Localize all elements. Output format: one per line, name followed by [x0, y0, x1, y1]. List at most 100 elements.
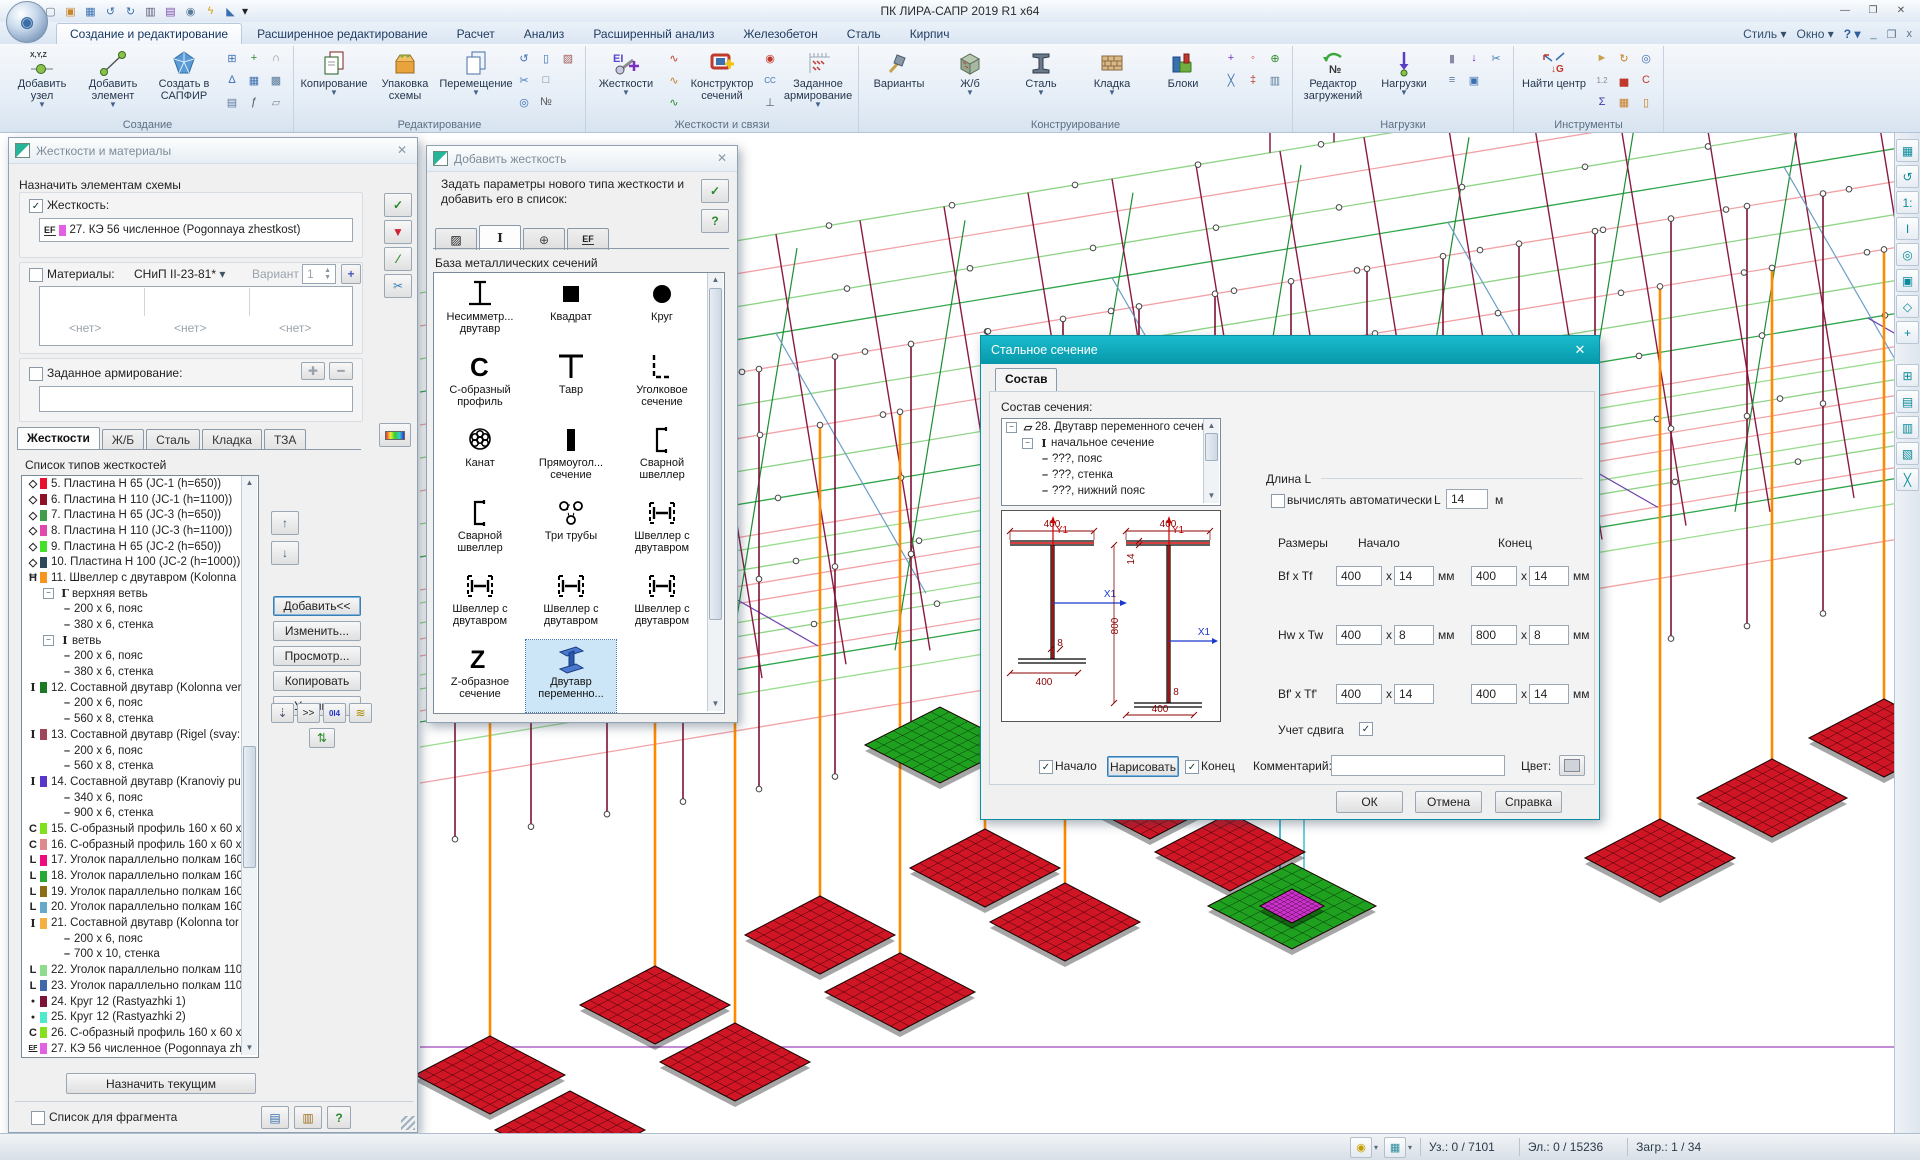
stiffness-list-item[interactable]: –700 x 10, стенка [22, 947, 258, 963]
ribbon-tab-сталь[interactable]: Сталь [833, 23, 895, 44]
stiffness-list-item[interactable]: –200 x 6, пояс [22, 602, 258, 618]
element-select-dropdown[interactable]: ▾ [1408, 1143, 1412, 1152]
mirror-icon[interactable]: ▯ [536, 48, 556, 68]
stiffness-list-item[interactable]: ◇8. Пластина Н 110 (JC-3 (h=1100)) [22, 523, 258, 539]
filter-button[interactable]: ▼ [384, 220, 412, 244]
redo-icon[interactable]: ↻ [122, 3, 139, 19]
rebar-icon[interactable]: ‡ [1243, 70, 1263, 90]
ribbon-tab-расчет[interactable]: Расчет [443, 23, 509, 44]
units-icon[interactable]: ▥ [1265, 70, 1285, 90]
stack-icon[interactable]: ≡ [1442, 70, 1462, 90]
tree-expander-icon[interactable]: − [43, 635, 54, 646]
fragment-list-checkbox[interactable] [31, 1111, 45, 1125]
section-cell-chani[interactable]: Швеллер сдвутавром [617, 567, 707, 639]
stiffness-list-item[interactable]: ◇7. Пластина Н 65 (JC-3 (h=650)) [22, 507, 258, 523]
size-input[interactable]: 14 [1394, 684, 1434, 704]
list-button-1[interactable]: Изменить... [273, 621, 361, 641]
building-icon[interactable]: ▤ [222, 92, 242, 112]
cc-icon[interactable]: СС [760, 70, 780, 90]
stiffness-tab-кладка[interactable]: Кладка [202, 429, 262, 450]
numeric-view-button[interactable]: 0Ι4 [323, 703, 346, 723]
dialog-title-bar[interactable]: Добавить жесткость ✕ [427, 146, 737, 172]
joint-icon[interactable]: ⊕ [1265, 48, 1285, 68]
view-tool-5-icon[interactable]: ▣ [1896, 269, 1919, 292]
ribbon-button-добавить-элемент[interactable]: Добавить элемент▼ [80, 48, 146, 109]
section-cell-angle[interactable]: Уголковоесечение [617, 348, 707, 420]
tab-sostav[interactable]: Состав [995, 368, 1057, 391]
hinge-icon[interactable]: ◉ [760, 48, 780, 68]
tree-scrollbar[interactable]: ▲ ▼ [1203, 419, 1219, 503]
stiffness-list-item[interactable]: ◇6. Пластина Н 110 (JC-1 (h=1100)) [22, 492, 258, 508]
size-input[interactable]: 400 [1336, 625, 1382, 645]
confirm-add-button[interactable]: ✓ [701, 179, 729, 203]
section-cell-tee[interactable]: Тавр [526, 348, 616, 420]
add-material-button[interactable]: + [341, 264, 361, 284]
view-tool-10-icon[interactable]: ▥ [1896, 416, 1919, 439]
list-button-2[interactable]: Просмотр... [273, 646, 361, 666]
stiffness-list-item[interactable]: ◇5. Пластина Н 65 (JC-1 (h=650)) [22, 476, 258, 492]
open-folder-icon[interactable]: ▣ [62, 3, 79, 19]
size-input[interactable]: 400 [1471, 566, 1517, 586]
stiffness-list-item[interactable]: C15. С-образный профиль 160 x 60 x [22, 821, 258, 837]
mesh-icon[interactable]: ▩ [266, 70, 286, 90]
stiffness-list-item[interactable]: –200 x 6, пояс [22, 931, 258, 947]
dialog-title-bar[interactable]: Жесткости и материалы ✕ [9, 138, 417, 164]
ribbon-button-создать-в-сапфир[interactable]: Создать в САПФИР [151, 48, 217, 103]
stiffness-list-item[interactable]: −Гверхняя ветвь [22, 586, 258, 602]
zoomsel-icon[interactable]: ◎ [1636, 48, 1656, 68]
materials-code-dropdown[interactable]: СНиП II-23-81* ▾ [134, 267, 225, 281]
section-cell-chani[interactable]: Швеллер сдвутавром [435, 567, 525, 639]
erase-icon[interactable]: ▨ [558, 48, 578, 68]
fx-icon[interactable]: ƒ [244, 92, 264, 112]
node-select-icon[interactable]: ◉ [1350, 1137, 1372, 1158]
list-button-3[interactable]: Копировать [273, 671, 361, 691]
color-scale-button[interactable] [379, 423, 411, 447]
help-menu[interactable]: ? ▾ [1844, 27, 1861, 41]
ribbon-button-кладка[interactable]: Кладка▼ [1079, 48, 1145, 97]
stiffness-list-item[interactable]: L19. Уголок параллельно полкам 160 [22, 884, 258, 900]
lightning-icon[interactable]: ϟ [202, 3, 219, 19]
size-input[interactable]: 8 [1529, 625, 1569, 645]
section-cell-wchan[interactable]: Сварнойшвеллер [435, 494, 525, 566]
mdi-restore-button[interactable]: ❐ [1887, 28, 1897, 41]
ribbon-button-нагрузки[interactable]: Нагрузки▼ [1371, 48, 1437, 97]
view-tool-11-icon[interactable]: ▧ [1896, 442, 1919, 465]
help-button[interactable]: Справка [1495, 791, 1562, 813]
stiffness-list-item[interactable]: L23. Уголок параллельно полкам 110 [22, 978, 258, 994]
stiffness-list-item[interactable]: ◇10. Пластина Н 100 (JC-2 (h=1000)) [22, 554, 258, 570]
stiffness-list-item[interactable]: –200 x 6, пояс [22, 743, 258, 759]
draw-button[interactable]: Нарисовать [1107, 756, 1179, 777]
section-cell-circle[interactable]: Круг [617, 275, 707, 347]
view-tool-2-icon[interactable]: 1: [1896, 191, 1919, 214]
materials-checkbox[interactable] [29, 268, 43, 282]
copy-list-button[interactable]: ▤ [261, 1106, 289, 1129]
size-input[interactable]: 400 [1336, 566, 1382, 586]
stiffness-list-item[interactable]: ◇9. Пластина Н 65 (JC-2 (h=650)) [22, 539, 258, 555]
frame-icon[interactable]: ⊞ [222, 48, 242, 68]
start-checkbox[interactable]: ✓ [1039, 760, 1053, 774]
stiffness-list-item[interactable]: EF27. КЭ 56 численное (Pogonnaya zh [22, 1041, 258, 1057]
render-icon[interactable]: ◉ [182, 3, 199, 19]
ribbon-button-блоки[interactable]: Блоки [1150, 48, 1216, 91]
mdi-minimize-button[interactable]: _ [1871, 28, 1877, 40]
section-cell-square[interactable]: Квадрат [526, 275, 616, 347]
cursor-icon[interactable]: ► [1592, 48, 1612, 68]
ribbon-button-ж/б[interactable]: Ж/б▼ [937, 48, 1003, 97]
stiffness-list-item[interactable]: –200 x 6, пояс [22, 649, 258, 665]
move-down-button[interactable]: ↓ [271, 541, 299, 565]
size-input[interactable]: 400 [1471, 684, 1517, 704]
section-cell-varibeam[interactable]: Двутаврпеременно... [526, 640, 616, 712]
stiffness-tab-сталь[interactable]: Сталь [146, 429, 200, 450]
pq-icon[interactable]: ▯ [1636, 92, 1656, 112]
numbers-icon[interactable]: № [536, 92, 556, 112]
undo-icon[interactable]: ↺ [102, 3, 119, 19]
stiffness-list-item[interactable]: I12. Составной двутавр (Kolonna ver [22, 680, 258, 696]
stiffness-list-item[interactable]: C16. С-образный профиль 160 x 60 x [22, 837, 258, 853]
ribbon-button-найти-центр[interactable]: ↓GНайти центр [1521, 48, 1587, 91]
tree-expander-icon[interactable]: − [43, 588, 54, 599]
size-input[interactable]: 14 [1394, 566, 1434, 586]
shear-checkbox[interactable]: ✓ [1359, 722, 1373, 736]
stiffness-list-item[interactable]: –200 x 6, пояс [22, 696, 258, 712]
tab-plate-sections[interactable]: ▨ [435, 228, 477, 250]
help-button[interactable]: ? [327, 1106, 351, 1129]
